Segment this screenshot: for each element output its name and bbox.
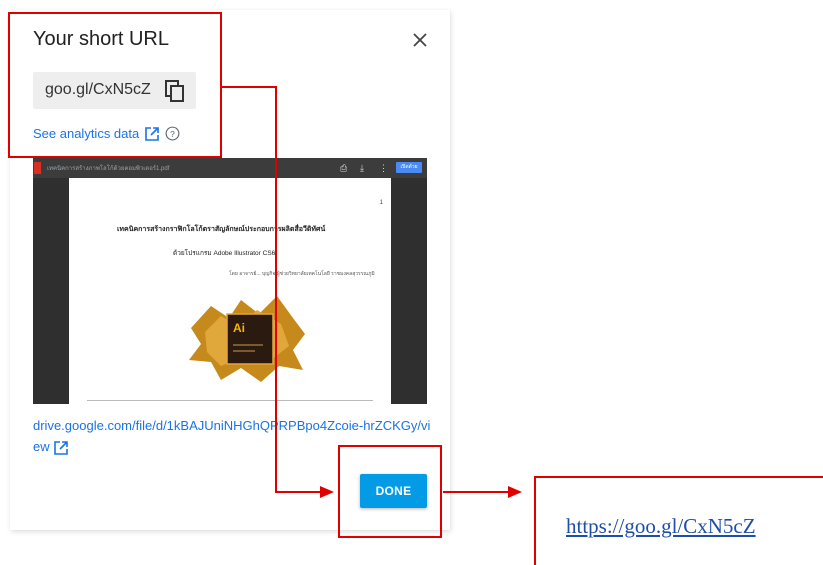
annotation-arrows	[222, 86, 823, 565]
result-short-url[interactable]: https://goo.gl/CxN5cZ	[566, 514, 756, 539]
